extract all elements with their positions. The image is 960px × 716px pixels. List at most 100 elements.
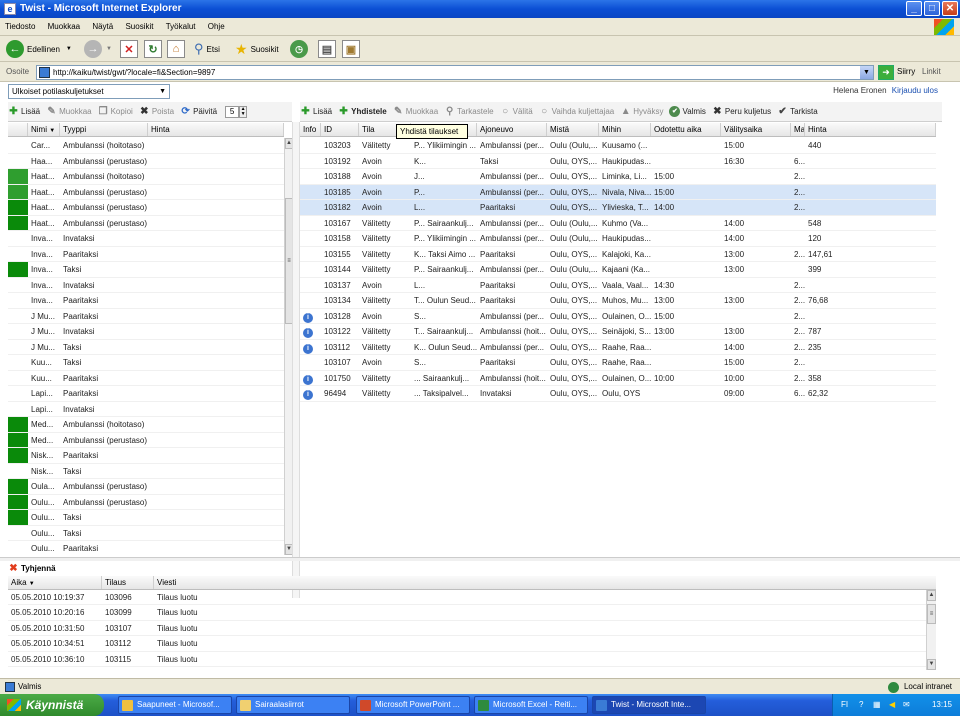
menu-help[interactable]: Ohje [203, 18, 230, 36]
table-row[interactable]: Kuu... Paaritaksi [8, 371, 284, 386]
table-row[interactable]: Lapi... Invataksi [8, 402, 284, 417]
table-row[interactable]: Nisk... Paaritaksi [8, 448, 284, 464]
table-row[interactable]: Oulu... Taksi [8, 510, 284, 526]
scroll-up-icon[interactable]: ▲ [927, 590, 936, 601]
print-button[interactable]: ▤ [318, 39, 336, 59]
menu-tools[interactable]: Työkalut [161, 18, 201, 36]
mail-icon[interactable]: ✉ [903, 700, 910, 709]
col-expected[interactable]: Odotettu aika [651, 123, 721, 136]
table-row[interactable]: 103185 Avoin P... Ambulanssi (per... Oulu, O… [300, 184, 936, 200]
left-copy-button[interactable]: ❐ Kopioi [98, 106, 133, 117]
table-row[interactable]: Inva... Paaritaksi [8, 293, 284, 309]
favorites-button[interactable]: ★ Suosikit [235, 39, 279, 59]
vertical-splitter[interactable] [292, 122, 300, 598]
start-button[interactable]: Käynnistä [0, 694, 104, 716]
go-arrow-icon[interactable]: ➜ [878, 65, 894, 80]
info-icon[interactable]: i [303, 343, 313, 354]
change-carrier-button[interactable]: ○ Vaihda kuljettajaa [539, 106, 614, 117]
refresh-interval-input[interactable]: 5 [225, 105, 240, 118]
links-button[interactable]: Linkit [922, 67, 941, 76]
history-button[interactable]: ◷ [290, 39, 308, 59]
col-ma[interactable]: Ma [791, 123, 805, 136]
minimize-button[interactable]: _ [906, 1, 922, 16]
col-info[interactable]: Info [300, 123, 321, 136]
col-from[interactable]: Mistä [547, 123, 599, 136]
network-icon[interactable]: ▦ [873, 700, 881, 709]
table-row[interactable]: 05.05.2010 10:36:10 103115 Tilaus luotu [8, 652, 926, 667]
table-row[interactable]: 103134 Välitetty T... Oulun Seud... Paarita… [300, 293, 936, 309]
table-row[interactable]: Nisk... Taksi [8, 464, 284, 479]
table-row[interactable]: Haat... Ambulanssi (perustaso) [8, 184, 284, 200]
refresh-interval-stepper[interactable]: ▲ ▼ [239, 105, 248, 118]
log-scrollbar[interactable]: ▲ ≡ ▼ [926, 590, 936, 670]
table-row[interactable]: 103192 Avoin K... Taksi Oulu, OYS,... Haukipu… [300, 154, 936, 169]
table-row[interactable]: 103155 Välitetty K... Taksi Aimo ... Paarit… [300, 247, 936, 262]
right-add-button[interactable]: ✚ Lisää [300, 106, 332, 117]
table-row[interactable]: i 103128 Avoin S... Ambulanssi (per... Oulu, … [300, 309, 936, 324]
table-row[interactable]: Inva... Invataksi [8, 231, 284, 247]
taskbar-task[interactable]: Twist - Microsoft Inte... [592, 696, 706, 714]
info-icon[interactable]: i [303, 374, 313, 385]
taskbar-task[interactable]: Microsoft PowerPoint ... [356, 696, 470, 714]
merge-button[interactable]: ✚ Yhdistele [338, 106, 386, 117]
left-delete-button[interactable]: ✖ Poista [139, 106, 174, 117]
col-vehicle[interactable]: Ajoneuvo [477, 123, 547, 136]
table-row[interactable]: Oulu... Taksi [8, 526, 284, 541]
table-row[interactable]: Car... Ambulanssi (hoitotaso) [8, 138, 284, 154]
table-row[interactable]: Oula... Ambulanssi (perustaso) [8, 479, 284, 495]
address-input[interactable]: http://kaiku/twist/gwt/?locale=fi&Sectio… [36, 65, 874, 80]
address-dropdown-icon[interactable]: ▼ [860, 66, 873, 79]
table-row[interactable]: Inva... Invataksi [8, 278, 284, 293]
taskbar-task[interactable]: Microsoft Excel - Reiti... [474, 696, 588, 714]
table-row[interactable]: 103144 Välitetty P... Sairaankulj... Ambula… [300, 262, 936, 278]
info-icon[interactable]: i [303, 390, 313, 400]
menu-edit[interactable]: Muokkaa [43, 18, 85, 36]
col-price[interactable]: Hinta [148, 123, 284, 136]
scroll-down-icon[interactable]: ▼ [927, 659, 936, 670]
table-row[interactable]: Kuu... Taksi [8, 355, 284, 371]
table-row[interactable]: 05.05.2010 10:31:50 103107 Tilaus luotu [8, 621, 926, 637]
table-row[interactable]: 05.05.2010 10:34:51 103112 Tilaus luotu [8, 636, 926, 652]
col-to[interactable]: Mihin [599, 123, 651, 136]
taskbar-task[interactable]: Saapuneet - Microsof... [118, 696, 232, 714]
language-indicator[interactable]: FI [841, 700, 848, 709]
table-row[interactable]: 103107 Avoin S... Paaritaksi Oulu, OYS,... Ra… [300, 355, 936, 371]
table-row[interactable]: 103167 Välitetty P... Sairaankulj... Ambula… [300, 216, 936, 231]
col-name[interactable]: Nimi ▼ [28, 123, 60, 136]
menu-favorites[interactable]: Suosikit [120, 18, 158, 36]
refresh-button[interactable]: ↻ [144, 39, 162, 59]
go-button[interactable]: Siirry [897, 67, 915, 76]
left-refresh-button[interactable]: ⟳ Päivitä [180, 106, 217, 117]
forward-button[interactable]: → ▼ [84, 39, 112, 59]
clear-log-button[interactable]: ✖ Tyhjennä [8, 563, 55, 574]
col-log-order[interactable]: Tilaus [102, 576, 154, 589]
col-id[interactable]: ID [321, 123, 359, 136]
col-dispatch[interactable]: Välitysaika [721, 123, 791, 136]
table-row[interactable]: 103137 Avoin L... Paaritaksi Oulu, OYS,... Va… [300, 278, 936, 293]
col-order-price[interactable]: Hinta [805, 123, 936, 136]
stop-button[interactable]: ✕ [120, 39, 138, 59]
table-row[interactable]: Lapi... Paaritaksi [8, 386, 284, 402]
table-row[interactable]: 103158 Välitetty P... Ylikiimingin ... Ambu… [300, 231, 936, 247]
col-type[interactable]: Tyyppi [60, 123, 148, 136]
left-add-button[interactable]: ✚ Lisää [8, 106, 40, 117]
forward-dropdown-icon[interactable]: ▼ [106, 46, 112, 52]
search-button[interactable]: ⚲ Etsi [194, 39, 220, 59]
scroll-thumb[interactable]: ≡ [927, 604, 936, 624]
table-row[interactable]: 05.05.2010 10:19:37 103096 Tilaus luotu [8, 590, 926, 606]
table-row[interactable]: Oulu... Paaritaksi [8, 541, 284, 555]
table-row[interactable]: Med... Ambulanssi (hoitotaso) [8, 417, 284, 433]
table-row[interactable]: 103203 Välitetty P... Ylikiimingin ... Ambu… [300, 138, 936, 154]
help-icon[interactable]: ? [859, 700, 863, 709]
accept-button[interactable]: ▲ Hyväksy [620, 106, 664, 117]
cancel-transport-button[interactable]: ✖ Peru kuljetus [712, 106, 771, 117]
back-dropdown-icon[interactable]: ▼ [66, 46, 72, 52]
table-row[interactable]: i 103112 Välitetty K... Oulun Seud... Ambula… [300, 340, 936, 355]
info-icon[interactable]: i [303, 312, 313, 323]
col-log-message[interactable]: Viesti [154, 576, 936, 589]
home-button[interactable]: ⌂ [167, 39, 185, 59]
table-row[interactable]: Haa... Ambulanssi (perustaso) [8, 154, 284, 169]
table-row[interactable]: 103188 Avoin J... Ambulanssi (per... Oulu, O… [300, 169, 936, 185]
col-log-time[interactable]: Aika ▼ [8, 576, 102, 589]
taskbar-task[interactable]: Sairaalasiirrot [236, 696, 350, 714]
